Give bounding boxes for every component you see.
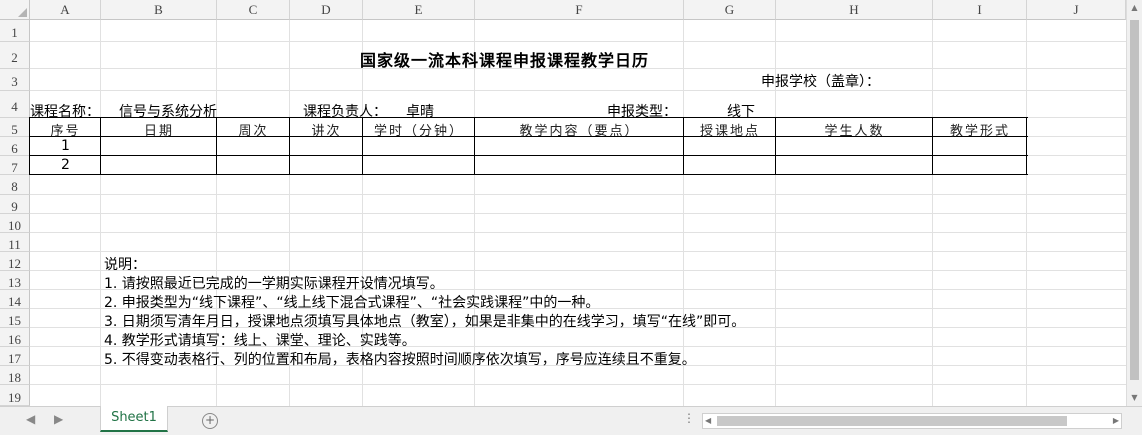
gridline bbox=[30, 194, 1126, 195]
row-header[interactable]: 7 bbox=[0, 156, 30, 175]
add-sheet-icon[interactable]: + bbox=[202, 413, 218, 429]
table-cell[interactable]: 1 bbox=[30, 138, 101, 154]
sheet-title: 国家级一流本科课程申报课程教学日历 bbox=[360, 51, 650, 70]
row-header[interactable]: 17 bbox=[0, 347, 30, 366]
sheet-tab-bar: ◀ ▶ Sheet1 + ⋮ ◀ ▶ bbox=[0, 406, 1142, 435]
table-header-cell[interactable]: 讲次 bbox=[290, 120, 363, 139]
school-label: 申报学校（盖章）： bbox=[761, 74, 880, 90]
row-header[interactable]: 16 bbox=[0, 328, 30, 347]
gridline bbox=[30, 232, 1126, 233]
column-header[interactable]: H bbox=[776, 0, 933, 20]
scroll-up-icon[interactable]: ▲ bbox=[1127, 0, 1142, 16]
row-header[interactable]: 3 bbox=[0, 69, 30, 91]
table-header-cell[interactable]: 日期 bbox=[101, 120, 217, 139]
table-header-cell[interactable]: 教学形式 bbox=[933, 120, 1027, 139]
table-border bbox=[29, 174, 1028, 175]
tab-next-icon[interactable]: ▶ bbox=[54, 412, 63, 426]
type-value[interactable]: 线下 bbox=[727, 101, 755, 121]
column-header[interactable]: F bbox=[475, 0, 684, 20]
table-header-cell[interactable]: 学时（分钟） bbox=[363, 120, 475, 139]
column-header[interactable]: B bbox=[101, 0, 217, 20]
table-header-cell[interactable]: 周次 bbox=[217, 120, 290, 139]
row-header[interactable]: 9 bbox=[0, 195, 30, 214]
column-header[interactable]: D bbox=[290, 0, 363, 20]
spreadsheet-grid[interactable]: ABCDEFGHIJ 1 2 3 4 5 6 7 8 9 10 11 12 13 14 15 16 17 18 19… bbox=[0, 0, 1126, 406]
row-header[interactable]: 6 bbox=[0, 137, 30, 156]
note-item: 3. 日期须写清年月日，授课地点须填写具体地点（教室），如果是非集中的在线学习，… bbox=[104, 314, 746, 330]
row-header[interactable]: 13 bbox=[0, 271, 30, 290]
horizontal-scrollbar[interactable]: ◀ ▶ bbox=[702, 413, 1122, 429]
column-header[interactable]: E bbox=[363, 0, 475, 20]
table-header-cell[interactable]: 教学内容（要点） bbox=[475, 120, 684, 139]
notes-heading: 说明： bbox=[104, 257, 146, 273]
note-item: 1. 请按照最近已完成的一学期实际课程开设情况填写。 bbox=[104, 276, 444, 292]
more-options-icon[interactable]: ⋮ bbox=[683, 411, 695, 425]
row-header[interactable]: 12 bbox=[0, 252, 30, 271]
gridline bbox=[30, 41, 1126, 42]
note-item: 4. 教学形式请填写：线上、课堂、理论、实践等。 bbox=[104, 333, 416, 349]
note-item: 2. 申报类型为“线下课程”、“线上线下混合式课程”、“社会实践课程”中的一种。 bbox=[104, 295, 600, 311]
tab-prev-icon[interactable]: ◀ bbox=[26, 412, 35, 426]
row-header[interactable]: 5 bbox=[0, 118, 30, 137]
row-header[interactable]: 4 bbox=[0, 91, 30, 118]
column-header[interactable]: I bbox=[933, 0, 1027, 20]
table-header-cell[interactable]: 序号 bbox=[30, 120, 101, 139]
column-header[interactable]: C bbox=[217, 0, 290, 20]
row-header[interactable]: 8 bbox=[0, 175, 30, 195]
table-header-cell[interactable]: 学生人数 bbox=[776, 120, 933, 139]
horizontal-scroll-thumb[interactable] bbox=[717, 416, 1067, 426]
gridline bbox=[30, 90, 1126, 91]
column-header[interactable]: A bbox=[30, 0, 101, 20]
gridline bbox=[30, 251, 1126, 252]
select-all-corner[interactable] bbox=[0, 0, 30, 20]
row-header[interactable]: 15 bbox=[0, 309, 30, 328]
row-header[interactable]: 1 bbox=[0, 20, 30, 42]
column-header[interactable]: G bbox=[684, 0, 776, 20]
course-name-value[interactable]: 信号与系统分析 bbox=[119, 101, 217, 121]
table-cell[interactable]: 2 bbox=[30, 157, 101, 173]
row-header[interactable]: 18 bbox=[0, 366, 30, 385]
tab-sheet1[interactable]: Sheet1 bbox=[100, 406, 168, 432]
row-header[interactable]: 10 bbox=[0, 214, 30, 233]
gridline bbox=[30, 384, 1126, 385]
column-header[interactable]: J bbox=[1027, 0, 1126, 20]
row-header[interactable]: 14 bbox=[0, 290, 30, 309]
vertical-scroll-thumb[interactable] bbox=[1130, 20, 1139, 380]
row-header[interactable]: 11 bbox=[0, 233, 30, 252]
scroll-left-icon[interactable]: ◀ bbox=[705, 414, 711, 428]
scroll-right-icon[interactable]: ▶ bbox=[1113, 414, 1119, 428]
table-header-cell[interactable]: 授课地点 bbox=[684, 120, 776, 139]
leader-label: 课程负责人： bbox=[303, 104, 387, 120]
vertical-scrollbar[interactable]: ▲ ▼ bbox=[1126, 0, 1142, 406]
table-border bbox=[29, 117, 1028, 118]
scroll-down-icon[interactable]: ▼ bbox=[1127, 390, 1142, 406]
gridline bbox=[30, 270, 1126, 271]
gridline bbox=[30, 213, 1126, 214]
note-item: 5. 不得变动表格行、列的位置和布局，表格内容按照时间顺序依次填写，序号应连续且… bbox=[104, 352, 696, 368]
leader-value[interactable]: 卓晴 bbox=[406, 101, 434, 121]
type-label: 申报类型： bbox=[607, 104, 677, 120]
row-header[interactable]: 19 bbox=[0, 385, 30, 406]
course-name-label: 课程名称： bbox=[30, 104, 100, 120]
row-header[interactable]: 2 bbox=[0, 42, 30, 69]
table-border bbox=[29, 155, 1028, 156]
